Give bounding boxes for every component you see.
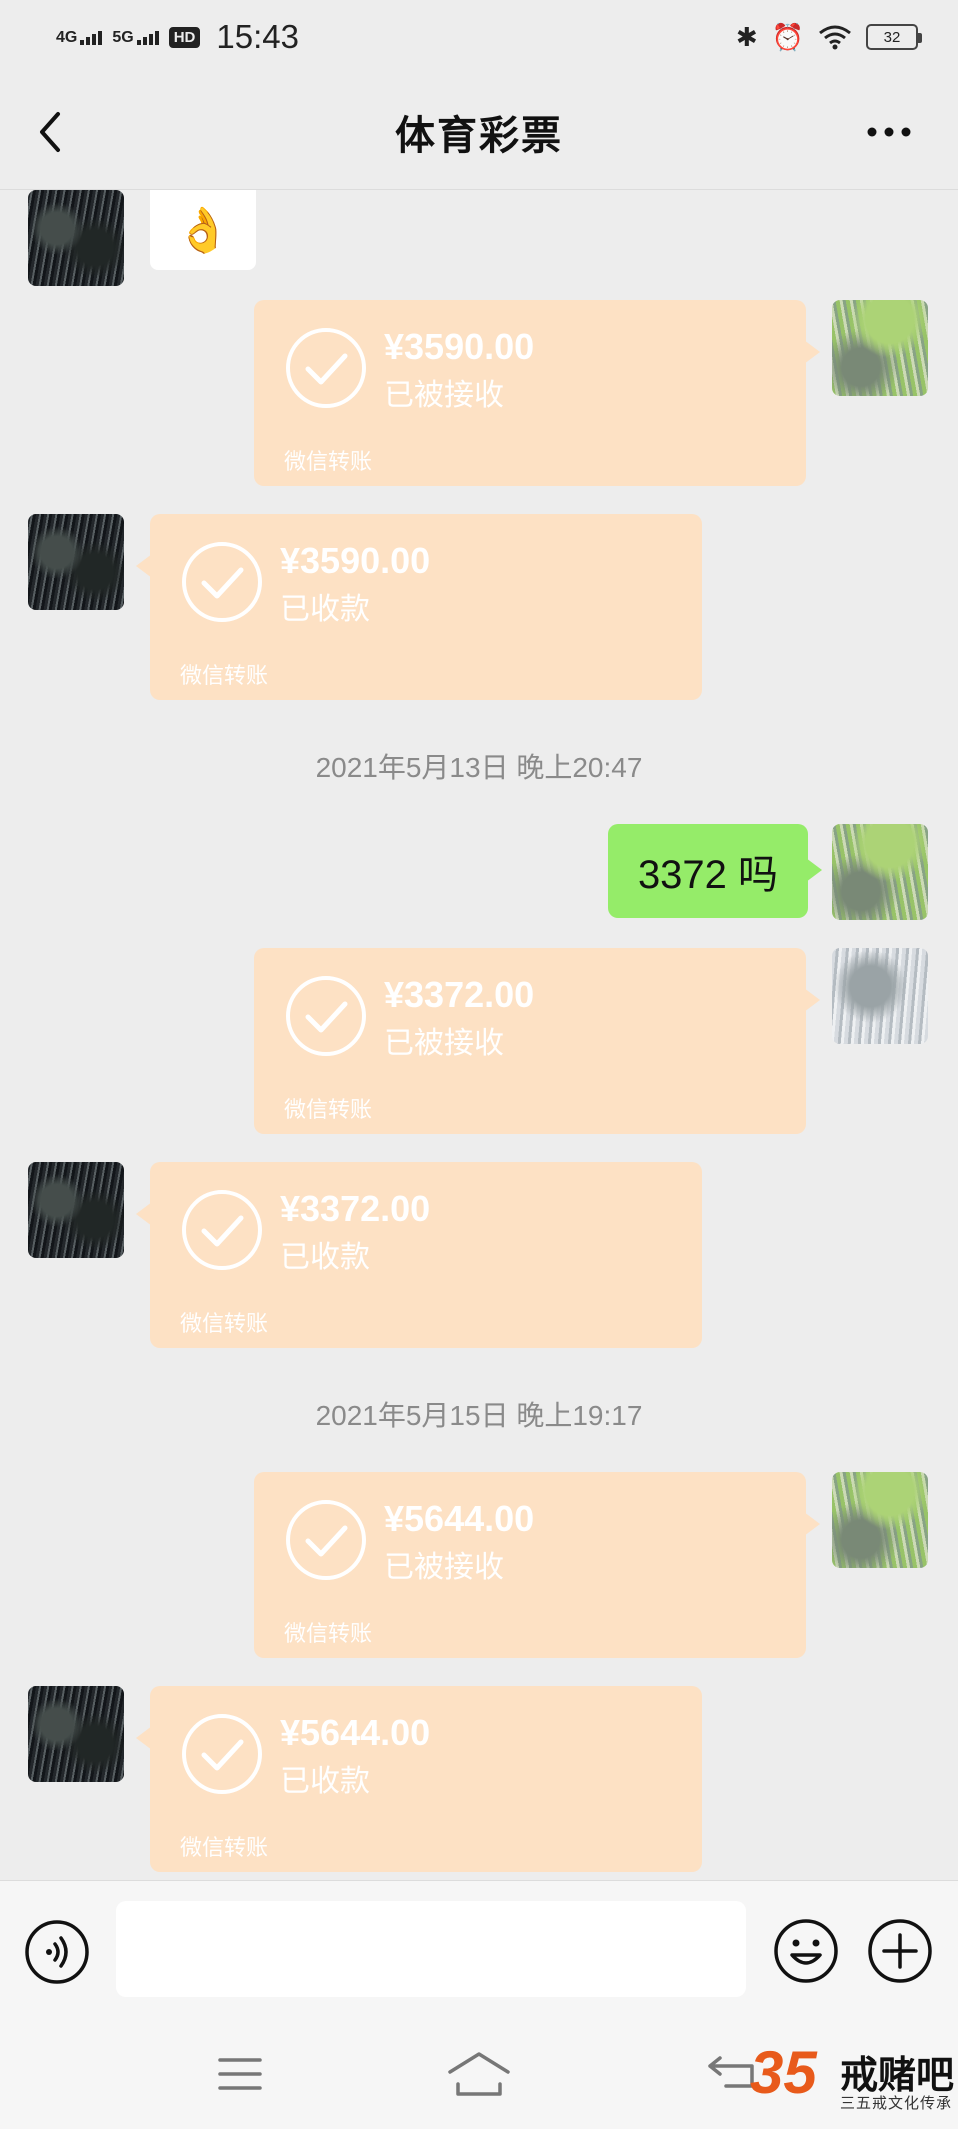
network-label-4g: 4G bbox=[56, 29, 78, 46]
battery-icon: 32 bbox=[866, 24, 922, 50]
home-icon[interactable] bbox=[446, 2050, 512, 2098]
signal-bars-icon bbox=[136, 29, 159, 45]
transfer-label: 微信转账 bbox=[284, 449, 373, 474]
hd-voice-icon: HD bbox=[168, 26, 201, 48]
transfer-amount: ¥3372.00 bbox=[280, 1188, 431, 1229]
contact-avatar[interactable] bbox=[28, 190, 124, 286]
message-input[interactable] bbox=[116, 1901, 746, 1997]
contact-avatar[interactable] bbox=[28, 514, 124, 610]
transfer-amount: ¥5644.00 bbox=[384, 1498, 535, 1539]
recent-apps-icon[interactable] bbox=[216, 2054, 264, 2094]
transfer-card[interactable]: ¥3372.00 已收款 微信转账 bbox=[136, 1162, 702, 1348]
watermark-subtitle: 三五戒文化传承 bbox=[840, 2094, 953, 2112]
signal-5g-icon: 5G bbox=[112, 29, 159, 46]
message-timestamp: 2021年5月13日 晚上20:47 bbox=[315, 752, 643, 783]
check-circle-icon bbox=[286, 1500, 366, 1580]
status-right: ✱ ⏰ 32 bbox=[735, 21, 922, 53]
chat-message-list[interactable]: 👌 ¥3590.00 已被接收 微信转账 ¥3590.00 已收款 微信转账 2… bbox=[0, 190, 958, 1880]
transfer-card[interactable]: ¥3372.00 已被接收 微信转账 bbox=[254, 948, 820, 1134]
plus-icon[interactable] bbox=[866, 1917, 934, 1985]
transfer-card[interactable]: ¥3590.00 已被接收 微信转账 bbox=[254, 300, 820, 486]
back-arrow-icon[interactable] bbox=[30, 108, 70, 156]
voice-input-icon[interactable] bbox=[24, 1919, 90, 1985]
wifi-icon bbox=[819, 25, 851, 50]
system-nav-bar: 35 戒赌吧 三五戒文化传承 bbox=[0, 2020, 958, 2129]
transfer-card[interactable]: ¥5644.00 已收款 微信转账 bbox=[136, 1686, 702, 1872]
emoji-icon[interactable] bbox=[772, 1917, 840, 1985]
transfer-status: 已被接收 bbox=[384, 1027, 504, 1060]
transfer-card[interactable]: ¥5644.00 已被接收 微信转账 bbox=[254, 1472, 820, 1658]
transfer-label: 微信转账 bbox=[284, 1621, 373, 1646]
status-left: 4G 5G HD 15:43 bbox=[56, 18, 299, 56]
watermark-title: 戒赌吧 bbox=[840, 2053, 955, 2097]
contact-avatar[interactable] bbox=[28, 1686, 124, 1782]
transfer-label: 微信转账 bbox=[284, 1097, 373, 1122]
transfer-status: 已被接收 bbox=[384, 379, 504, 412]
my-avatar[interactable] bbox=[832, 824, 928, 920]
network-label-5g: 5G bbox=[112, 29, 134, 46]
chat-title: 体育彩票 bbox=[395, 113, 563, 158]
contact-avatar[interactable] bbox=[28, 1162, 124, 1258]
more-options-icon[interactable] bbox=[866, 126, 912, 138]
check-circle-icon bbox=[286, 976, 366, 1056]
signal-4g-icon: 4G bbox=[56, 29, 103, 46]
transfer-status: 已收款 bbox=[280, 1765, 370, 1798]
bluetooth-icon: ✱ bbox=[735, 21, 758, 52]
status-bar: 4G 5G HD 15:43 ✱ ⏰ 32 bbox=[0, 0, 958, 74]
text-message[interactable]: 3372 吗 bbox=[608, 824, 822, 918]
transfer-label: 微信转账 bbox=[180, 1311, 269, 1336]
check-circle-icon bbox=[286, 328, 366, 408]
watermark-number: 35 bbox=[750, 2039, 817, 2106]
transfer-label: 微信转账 bbox=[180, 663, 269, 688]
transfer-amount: ¥3372.00 bbox=[384, 974, 535, 1015]
message-timestamp: 2021年5月15日 晚上19:17 bbox=[315, 1400, 643, 1431]
my-avatar[interactable] bbox=[832, 300, 928, 396]
transfer-card[interactable]: ¥3590.00 已收款 微信转账 bbox=[136, 514, 702, 700]
battery-level: 32 bbox=[883, 28, 901, 46]
transfer-status: 已被接收 bbox=[384, 1551, 504, 1584]
transfer-amount: ¥5644.00 bbox=[280, 1712, 431, 1753]
check-circle-icon bbox=[182, 1714, 262, 1794]
alarm-icon: ⏰ bbox=[771, 21, 804, 52]
chat-header: 体育彩票 bbox=[0, 74, 958, 190]
my-avatar[interactable] bbox=[832, 948, 928, 1044]
clock: 15:43 bbox=[216, 18, 299, 55]
watermark-logo: 35 戒赌吧 三五戒文化传承 bbox=[744, 2038, 954, 2120]
ok-hand-sticker-icon: 👌 bbox=[175, 206, 231, 255]
sticker-message[interactable]: 👌 bbox=[150, 190, 256, 270]
transfer-status: 已收款 bbox=[280, 1241, 370, 1274]
signal-bars-icon bbox=[80, 29, 103, 45]
check-circle-icon bbox=[182, 1190, 262, 1270]
check-circle-icon bbox=[182, 542, 262, 622]
transfer-amount: ¥3590.00 bbox=[384, 326, 535, 367]
my-avatar[interactable] bbox=[832, 1472, 928, 1568]
chat-input-bar bbox=[0, 1880, 958, 2020]
transfer-amount: ¥3590.00 bbox=[280, 540, 431, 581]
transfer-label: 微信转账 bbox=[180, 1835, 269, 1860]
transfer-status: 已收款 bbox=[280, 593, 370, 626]
